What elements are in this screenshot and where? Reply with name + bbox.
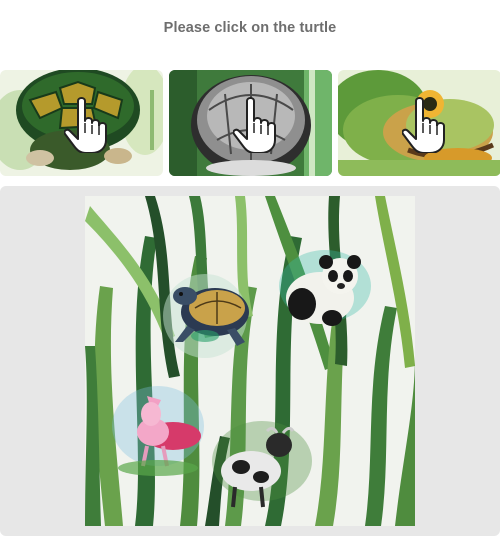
pointer-hand-icon <box>401 97 445 153</box>
captcha-instruction: Please click on the turtle <box>163 20 337 36</box>
challenge-panel <box>0 186 500 536</box>
example-thumbnail-2[interactable] <box>169 70 332 176</box>
bamboo-scene <box>85 196 415 526</box>
pointer-hand-icon <box>63 97 107 153</box>
pointer-hand-icon <box>232 97 276 153</box>
example-thumbnails <box>0 70 500 176</box>
challenge-image[interactable] <box>85 196 415 526</box>
example-thumbnail-1[interactable] <box>0 70 163 176</box>
example-thumbnail-3[interactable] <box>338 70 500 176</box>
captcha-page: Please click on the turtle <box>0 0 500 536</box>
